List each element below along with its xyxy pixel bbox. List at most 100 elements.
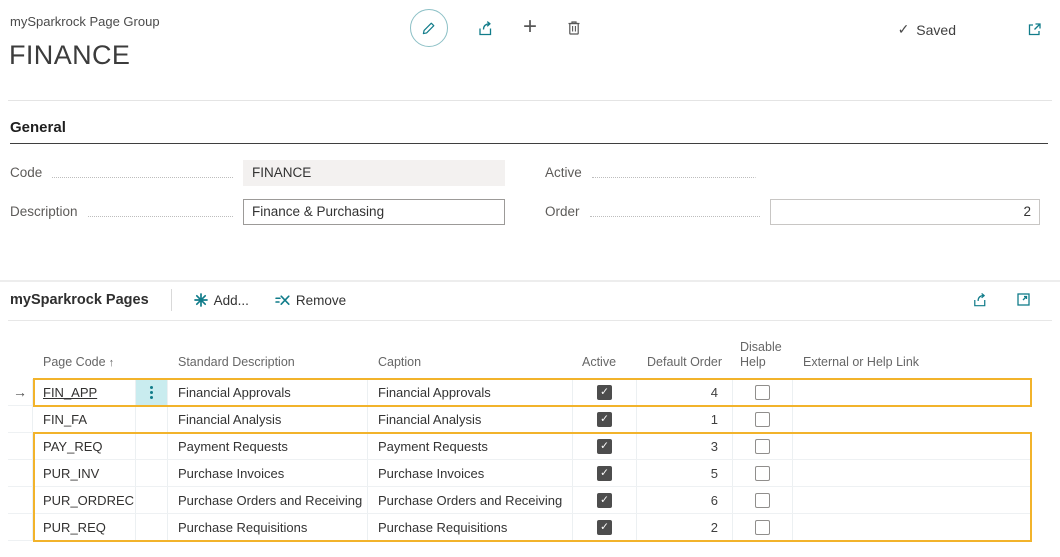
row-menu-cell <box>136 433 168 459</box>
column-header-menu <box>136 371 168 379</box>
row-menu-cell <box>136 406 168 432</box>
top-toolbar: + <box>410 9 583 47</box>
add-button[interactable]: Add... <box>194 293 249 308</box>
standard-description-cell[interactable]: Financial Analysis <box>168 406 368 432</box>
page-code-link[interactable]: FIN_FA <box>43 412 87 427</box>
column-header-standard-description[interactable]: Standard Description <box>168 355 368 379</box>
breadcrumb[interactable]: mySparkrock Page Group <box>10 14 160 29</box>
remove-button[interactable]: Remove <box>275 293 346 308</box>
active-checkbox[interactable] <box>597 412 612 427</box>
default-order-cell[interactable]: 4 <box>637 379 733 405</box>
dotted-leader <box>52 168 233 178</box>
column-header-disable-help[interactable]: Disable Help <box>733 340 793 379</box>
column-header-external-link[interactable]: External or Help Link <box>793 355 1032 379</box>
column-header-page-code[interactable]: Page Code↑ <box>33 355 136 379</box>
sort-ascending-icon: ↑ <box>109 357 115 369</box>
share-button[interactable] <box>476 19 495 38</box>
delete-button[interactable] <box>565 19 583 37</box>
default-order-cell[interactable]: 5 <box>637 460 733 486</box>
active-checkbox[interactable] <box>597 493 612 508</box>
row-selector-cell[interactable] <box>8 406 33 432</box>
active-checkbox[interactable] <box>597 385 612 400</box>
selected-row-arrow-icon: → <box>8 379 33 405</box>
remove-button-label: Remove <box>296 293 346 308</box>
column-header-active[interactable]: Active <box>573 355 637 379</box>
dotted-leader <box>590 207 760 217</box>
page-code-link[interactable]: PAY_REQ <box>43 439 102 454</box>
dotted-leader <box>592 168 760 178</box>
description-field[interactable] <box>243 199 505 225</box>
external-link-cell[interactable] <box>793 460 1032 486</box>
table-row[interactable]: PAY_REQ Payment Requests Payment Request… <box>8 433 1032 460</box>
active-checkbox[interactable] <box>597 466 612 481</box>
caption-cell[interactable]: Payment Requests <box>368 433 573 459</box>
caption-cell[interactable]: Purchase Requisitions <box>368 514 573 540</box>
disable-help-checkbox[interactable] <box>755 520 770 535</box>
pages-part-toolbar: mySparkrock Pages Add... Remove <box>10 289 372 311</box>
row-menu-cell <box>136 487 168 513</box>
table-row[interactable]: FIN_FA Financial Analysis Financial Anal… <box>8 406 1032 433</box>
share-part-button[interactable] <box>971 291 989 309</box>
standard-description-cell[interactable]: Payment Requests <box>168 433 368 459</box>
external-link-cell[interactable] <box>793 406 1032 432</box>
default-order-cell[interactable]: 2 <box>637 514 733 540</box>
table-row[interactable]: PUR_REQ Purchase Requisitions Purchase R… <box>8 514 1032 541</box>
column-header-caption[interactable]: Caption <box>368 355 573 379</box>
external-link-cell[interactable] <box>793 514 1032 540</box>
disable-help-checkbox[interactable] <box>755 385 770 400</box>
code-field[interactable] <box>243 160 505 186</box>
external-link-cell[interactable] <box>793 379 1032 405</box>
table-row[interactable]: PUR_ORDREC Purchase Orders and Receiving… <box>8 487 1032 514</box>
external-link-cell[interactable] <box>793 487 1032 513</box>
open-in-new-window-button[interactable] <box>1026 21 1043 38</box>
page-code-link[interactable]: FIN_APP <box>43 385 97 400</box>
active-checkbox[interactable] <box>597 439 612 454</box>
row-selector-cell[interactable] <box>8 487 33 513</box>
standard-description-cell[interactable]: Financial Approvals <box>168 379 368 405</box>
check-icon <box>898 21 910 38</box>
save-status: Saved <box>898 21 956 38</box>
standard-description-cell[interactable]: Purchase Invoices <box>168 460 368 486</box>
default-order-cell[interactable]: 1 <box>637 406 733 432</box>
default-order-cell[interactable]: 6 <box>637 487 733 513</box>
field-code: Code <box>10 159 505 186</box>
share-icon <box>476 19 495 38</box>
page-code-link[interactable]: PUR_ORDREC <box>43 493 134 508</box>
page-code-link[interactable]: PUR_REQ <box>43 520 106 535</box>
add-button-label: Add... <box>214 293 249 308</box>
caption-cell[interactable]: Financial Approvals <box>368 379 573 405</box>
new-button[interactable]: + <box>523 17 537 39</box>
general-fields: Code Active Description Order <box>10 159 1040 225</box>
pages-part-icons <box>971 291 1032 309</box>
field-order: Order <box>545 198 1040 225</box>
row-selector-cell[interactable] <box>8 433 33 459</box>
section-general-header[interactable]: General <box>10 119 1048 144</box>
row-selector-cell[interactable] <box>8 514 33 540</box>
page-code-link[interactable]: PUR_INV <box>43 466 99 481</box>
disable-help-checkbox[interactable] <box>755 466 770 481</box>
disable-help-checkbox[interactable] <box>755 493 770 508</box>
order-field[interactable] <box>770 199 1040 225</box>
table-row[interactable]: PUR_INV Purchase Invoices Purchase Invoi… <box>8 460 1032 487</box>
field-description: Description <box>10 198 505 225</box>
caption-cell[interactable]: Purchase Invoices <box>368 460 573 486</box>
standard-description-cell[interactable]: Purchase Orders and Receiving <box>168 487 368 513</box>
row-menu-button[interactable] <box>136 379 167 405</box>
external-link-cell[interactable] <box>793 433 1032 459</box>
expand-part-button[interactable] <box>1015 291 1032 309</box>
caption-cell[interactable]: Financial Analysis <box>368 406 573 432</box>
standard-description-cell[interactable]: Purchase Requisitions <box>168 514 368 540</box>
caption-cell[interactable]: Purchase Orders and Receiving <box>368 487 573 513</box>
row-selector-cell[interactable] <box>8 460 33 486</box>
remove-x-icon <box>275 294 290 307</box>
default-order-cell[interactable]: 3 <box>637 433 733 459</box>
disable-help-checkbox[interactable] <box>755 439 770 454</box>
pencil-icon <box>421 20 437 36</box>
column-header-default-order[interactable]: Default Order <box>637 355 733 379</box>
edit-button[interactable] <box>410 9 448 47</box>
dotted-leader <box>88 207 233 217</box>
page-title: FINANCE <box>9 40 130 71</box>
table-row[interactable]: → FIN_APP Financial Approvals Financial … <box>8 379 1032 406</box>
active-checkbox[interactable] <box>597 520 612 535</box>
disable-help-checkbox[interactable] <box>755 412 770 427</box>
